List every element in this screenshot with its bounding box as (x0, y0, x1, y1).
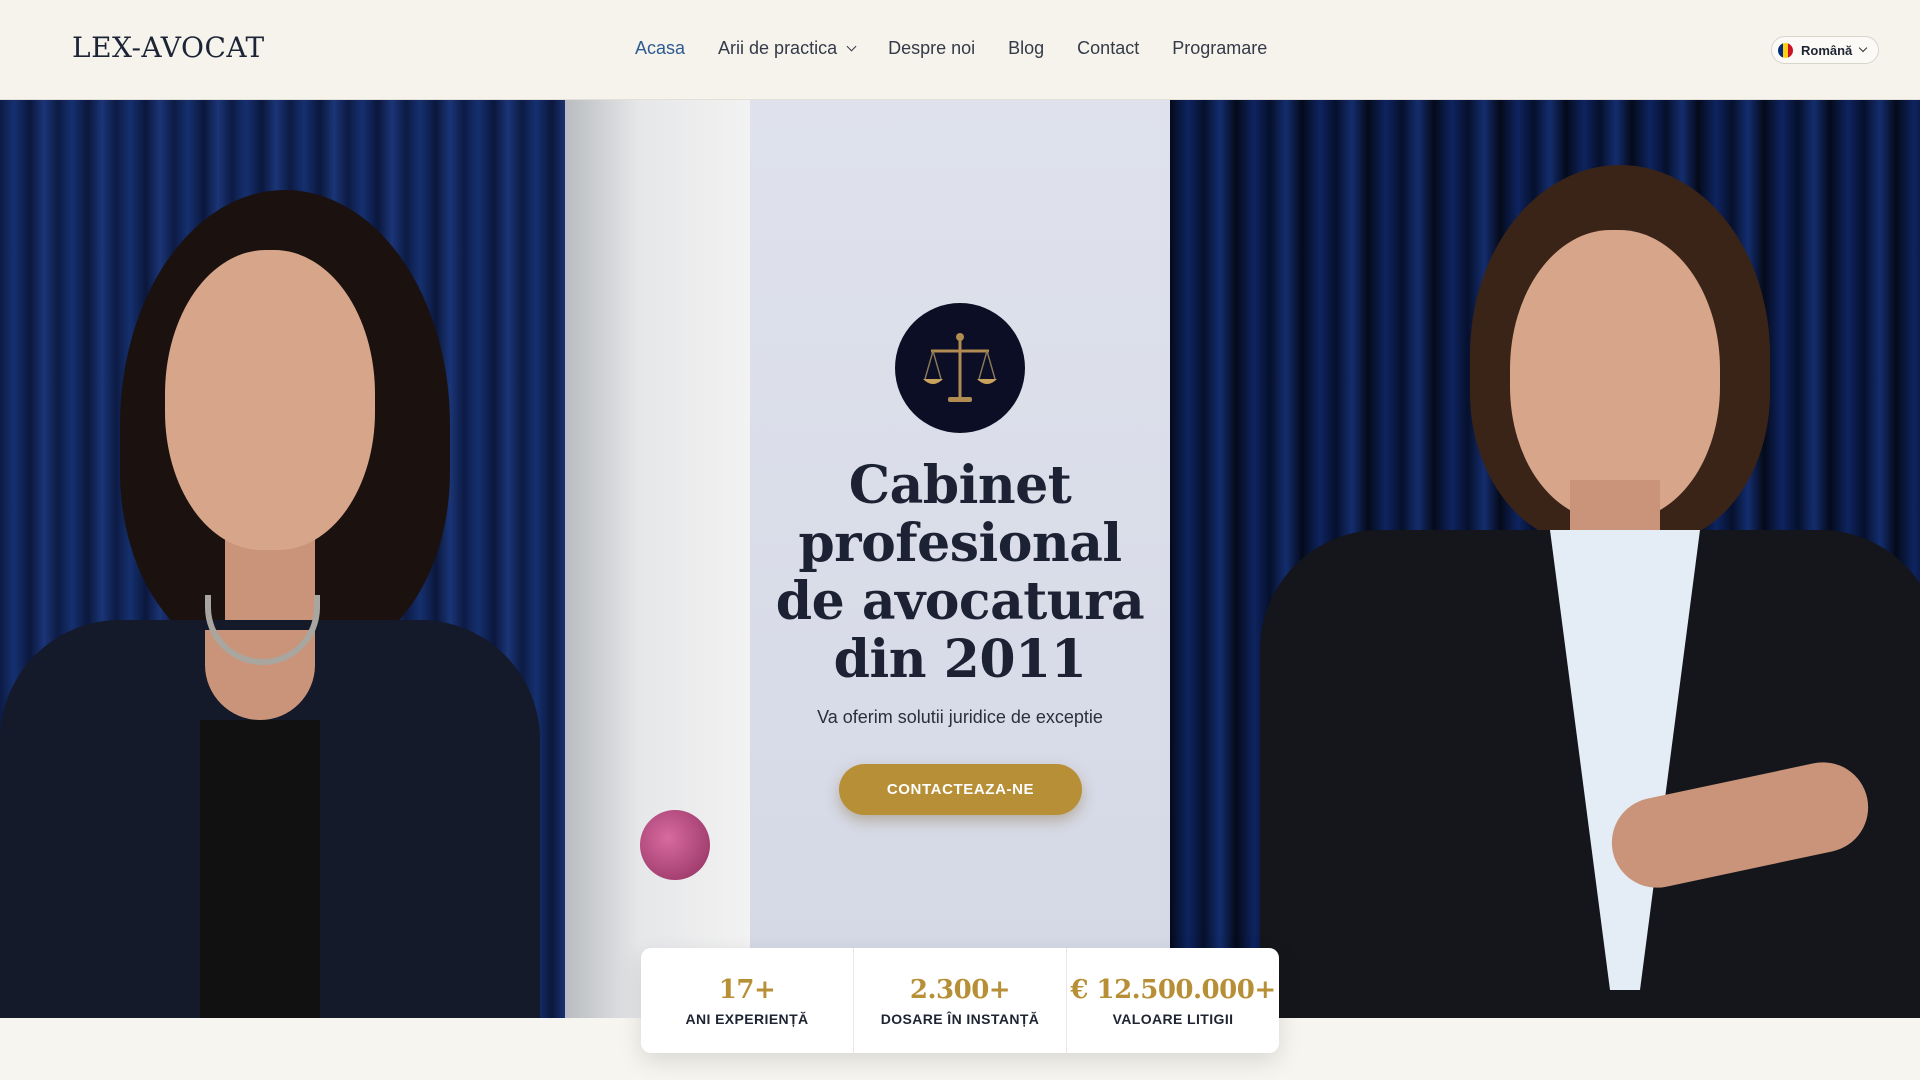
stat-value: 2.300+ (909, 974, 1011, 1005)
nav-item-label: Programare (1172, 38, 1268, 58)
stat-value: € 12.500.000+ (1070, 974, 1276, 1005)
hero-photo-right (1170, 100, 1920, 1018)
stat-label: VALOARE LITIGII (1112, 1010, 1234, 1027)
romania-flag-icon (1778, 42, 1793, 58)
nav-item-label: Despre noi (888, 38, 976, 58)
nav-item-label: Contact (1077, 38, 1140, 58)
chevron-down-icon (1859, 43, 1868, 53)
hero-section: Cabinet profesional de avocatura din 201… (0, 100, 1920, 1018)
nav-item-arii-de-practica[interactable]: Arii de practica (718, 38, 857, 59)
nav-item-label: Blog (1008, 38, 1045, 58)
main-menu: Acasa Arii de practica Despre noi Blog C… (635, 38, 1300, 59)
rose-flower (640, 810, 710, 880)
nav-item-despre-noi[interactable]: Despre noi (888, 38, 975, 59)
stat-value: 17+ (718, 974, 776, 1005)
stats-card: 17+ ANI EXPERIENȚĂ 2.300+ DOSARE ÎN INST… (641, 948, 1279, 1053)
contact-us-button[interactable]: CONTACTEAZA-NE (839, 764, 1082, 815)
stat-litigation-value: € 12.500.000+ VALOARE LITIGII (1067, 948, 1279, 1053)
top-navigation: LEX-AVOCAT Acasa Arii de practica Despre… (0, 0, 1920, 100)
site-logo[interactable]: LEX-AVOCAT (72, 31, 265, 64)
hero-subline: Va oferim solutii juridice de exceptie (817, 707, 1103, 727)
hero-photo-left (0, 100, 750, 1018)
stat-label: ANI EXPERIENȚĂ (685, 1010, 809, 1027)
stat-label: DOSARE ÎN INSTANȚĂ (880, 1010, 1040, 1027)
language-label: Română (1801, 42, 1853, 58)
hero-content-panel: Cabinet profesional de avocatura din 201… (750, 100, 1170, 950)
stat-court-cases: 2.300+ DOSARE ÎN INSTANȚĂ (854, 948, 1067, 1053)
hero-headline: Cabinet profesional de avocatura din 201… (775, 455, 1145, 690)
scales-of-justice-icon (895, 303, 1025, 433)
nav-item-blog[interactable]: Blog (1008, 38, 1044, 59)
nav-item-programare[interactable]: Programare (1172, 38, 1267, 59)
nav-item-label: Arii de practica (718, 38, 838, 58)
stat-experience: 17+ ANI EXPERIENȚĂ (641, 948, 854, 1053)
background-wall (565, 100, 750, 1018)
nav-item-contact[interactable]: Contact (1077, 38, 1139, 59)
nav-item-acasa[interactable]: Acasa (635, 38, 685, 59)
chevron-down-icon (846, 41, 857, 51)
language-selector[interactable]: Română (1771, 36, 1879, 64)
nav-item-label: Acasa (635, 38, 686, 58)
